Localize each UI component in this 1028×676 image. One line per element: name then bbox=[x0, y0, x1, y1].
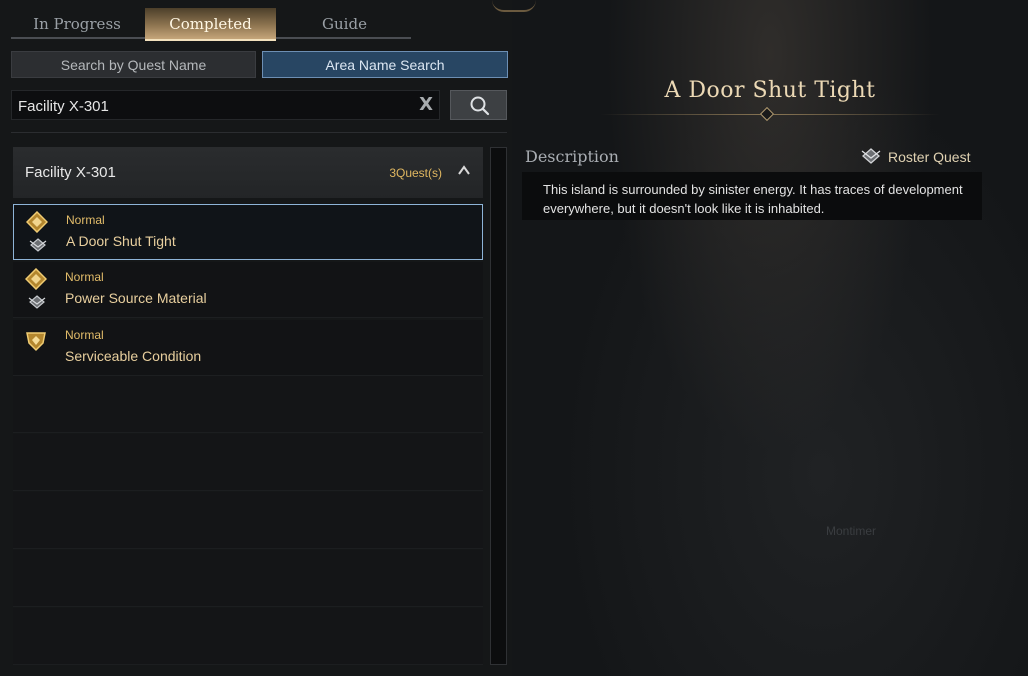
quest-title: A Door Shut Tight bbox=[66, 233, 176, 249]
empty-list-row bbox=[13, 376, 483, 433]
quest-type: Normal bbox=[65, 270, 104, 284]
quest-row-a-door-shut-tight[interactable]: Normal A Door Shut Tight bbox=[13, 204, 483, 260]
quest-count: 3Quest(s) bbox=[389, 166, 442, 180]
tab-guide[interactable]: Guide bbox=[278, 8, 411, 39]
search-input[interactable] bbox=[16, 91, 400, 121]
quest-list-scrollbar[interactable] bbox=[490, 147, 507, 665]
tab-in-progress[interactable]: In Progress bbox=[11, 8, 143, 39]
tab-completed[interactable]: Completed bbox=[145, 8, 276, 41]
empty-list-row bbox=[13, 434, 483, 491]
roster-quest-icon bbox=[861, 148, 881, 164]
quest-title: Power Source Material bbox=[65, 290, 207, 306]
close-icon[interactable]: X bbox=[419, 94, 433, 115]
description-box: This island is surrounded by sinister en… bbox=[522, 172, 982, 220]
quest-title: Serviceable Condition bbox=[65, 348, 202, 364]
quest-detail-title: A Door Shut Tight bbox=[664, 78, 876, 103]
empty-list-row bbox=[13, 608, 483, 665]
chevron-up-icon[interactable] bbox=[457, 163, 471, 177]
tab-bar: In Progress Completed Guide bbox=[11, 8, 411, 41]
area-name-search-button[interactable]: Area Name Search bbox=[262, 51, 508, 78]
area-name: Facility X-301 bbox=[25, 164, 116, 181]
quest-type: Normal bbox=[66, 213, 105, 227]
search-field: X bbox=[11, 90, 440, 121]
roster-quest-icon bbox=[29, 238, 47, 252]
description-label: Description bbox=[525, 147, 619, 166]
quest-row-power-source-material[interactable]: Normal Power Source Material bbox=[13, 262, 483, 318]
search-divider bbox=[11, 132, 507, 133]
quest-row-serviceable-condition[interactable]: Normal Serviceable Condition bbox=[13, 320, 483, 376]
search-icon bbox=[470, 96, 490, 116]
search-button[interactable] bbox=[450, 90, 507, 120]
roster-quest-icon bbox=[28, 295, 46, 309]
quest-type: Normal bbox=[65, 328, 104, 342]
top-ornament bbox=[492, 0, 536, 12]
roster-quest-label: Roster Quest bbox=[888, 149, 971, 165]
area-group-header[interactable]: Facility X-301 3Quest(s) bbox=[13, 147, 483, 198]
quest-shield-icon bbox=[26, 332, 46, 352]
background-map-label: Montimer bbox=[826, 524, 877, 538]
quest-diamond-icon bbox=[25, 268, 47, 290]
quest-diamond-icon bbox=[26, 211, 48, 233]
empty-list-row bbox=[13, 550, 483, 607]
search-by-quest-name-button[interactable]: Search by Quest Name bbox=[11, 51, 256, 78]
description-text: This island is surrounded by sinister en… bbox=[543, 182, 963, 216]
empty-list-row bbox=[13, 492, 483, 549]
